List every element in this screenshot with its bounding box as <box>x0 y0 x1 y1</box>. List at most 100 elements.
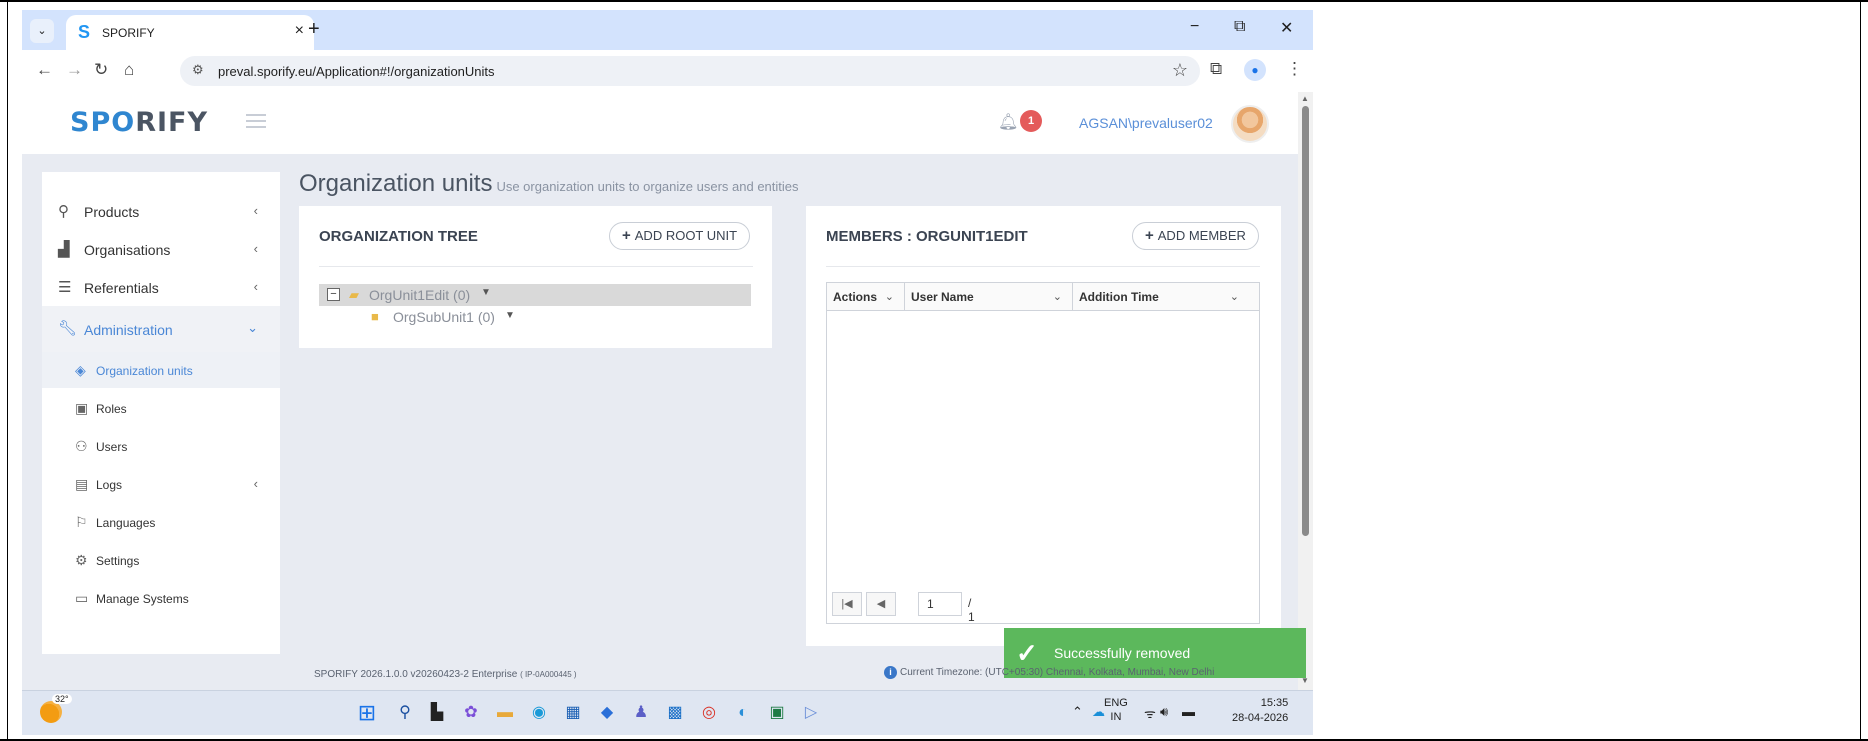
address-bar[interactable]: ⚙ preval.sporify.eu/Application#!/organi… <box>180 56 1200 86</box>
caret-down-icon[interactable]: ▼ <box>481 287 491 298</box>
sidebar-item-label: Organisations <box>84 242 171 258</box>
volume-icon[interactable]: 🔊︎ <box>1160 704 1168 720</box>
bell-icon[interactable]: 🔔︎ <box>998 112 1018 132</box>
chevron-left-icon: ‹ <box>253 241 258 256</box>
sidebar-item-organization-units[interactable]: ◈ Organization units <box>42 352 280 388</box>
edge-icon[interactable]: ◉ <box>526 700 552 726</box>
sidebar-item-referentials[interactable]: ☰ Referentials ‹ <box>42 268 280 306</box>
site-settings-icon[interactable]: ⚙ <box>192 62 204 78</box>
notification-badge[interactable]: 1 <box>1020 110 1042 132</box>
user-name[interactable]: AGSAN\prevaluser02 <box>1079 115 1213 131</box>
chrome-icon[interactable]: ◎ <box>696 700 722 726</box>
organization-tree-title: ORGANIZATION TREE <box>319 228 478 245</box>
forward-arrow-icon[interactable]: → <box>66 60 83 80</box>
page-number-input[interactable]: 1 <box>918 592 962 616</box>
sidebar-item-products[interactable]: ⚲ Products ‹ <box>42 192 280 230</box>
sidebar-item-label: Organization units <box>96 364 193 378</box>
tree-node-orgsubunit1[interactable]: ■ OrgSubUnit1 (0) ▼ <box>371 307 571 327</box>
prev-page-button[interactable]: ◀ <box>866 592 896 616</box>
profile-icon[interactable]: ● <box>1244 59 1266 81</box>
column-user-name[interactable]: User Name ⌄ <box>905 283 1073 311</box>
store-icon[interactable]: ▦ <box>560 700 586 726</box>
task-view-icon[interactable]: ▙ <box>424 700 450 726</box>
minimize-button[interactable]: − <box>1190 18 1199 36</box>
column-addition-time[interactable]: Addition Time ⌄ <box>1073 283 1259 311</box>
browser-tab[interactable]: S SPORIFY × <box>66 15 314 50</box>
book-icon: ▤ <box>75 476 89 492</box>
gear-icon: ⚙ <box>75 552 88 568</box>
sidebar-item-roles[interactable]: ▣ Roles <box>42 390 280 426</box>
bookmark-star-icon[interactable]: ☆ <box>1172 60 1188 81</box>
weather-icon[interactable] <box>40 701 62 723</box>
media-player-icon[interactable]: ▷ <box>798 700 824 726</box>
clock[interactable]: 15:35 28-04-2026 <box>1232 696 1288 726</box>
flag-icon: ⚐ <box>75 514 88 530</box>
collapse-toggle-icon[interactable]: − <box>327 288 340 301</box>
sidebar-item-label: Manage Systems <box>96 592 189 606</box>
footer-timezone: i Current Timezone: (UTC+05:30) Chennai, … <box>884 666 1214 679</box>
back-arrow-icon[interactable]: ← <box>36 60 53 80</box>
folder-open-icon: ▰ <box>349 287 359 302</box>
laptop-icon: ▭ <box>75 590 89 606</box>
restore-button[interactable]: ⧉ <box>1234 18 1245 36</box>
new-tab-button[interactable]: + <box>308 18 320 41</box>
app-icon[interactable]: ◆ <box>594 700 620 726</box>
plus-icon: + <box>1145 227 1154 244</box>
avatar[interactable] <box>1231 105 1269 143</box>
sidebar-item-languages[interactable]: ⚐ Languages <box>42 504 280 540</box>
url-text[interactable]: preval.sporify.eu/Application#!/organiza… <box>218 64 495 79</box>
page-scrollbar[interactable]: ▲ ▼ <box>1298 92 1313 690</box>
file-explorer-icon[interactable]: ▬ <box>492 700 518 726</box>
browser-menu-icon[interactable]: ⋮ <box>1286 59 1303 79</box>
sidebar-item-users[interactable]: ⚇ Users <box>42 428 280 464</box>
sidebar-item-label: Logs <box>96 478 123 492</box>
hamburger-menu-icon[interactable] <box>246 114 266 128</box>
sidebar-item-settings[interactable]: ⚙ Settings <box>42 542 280 578</box>
excel-icon[interactable]: ▣ <box>764 700 790 726</box>
chevron-down-icon[interactable]: ⌄ <box>1053 283 1062 311</box>
tab-close-icon[interactable]: × <box>295 22 304 40</box>
frame-left <box>7 0 8 741</box>
first-page-button[interactable]: |◀ <box>832 592 862 616</box>
weather-temperature: 32° <box>52 694 72 704</box>
sporify-logo[interactable]: SPORIFY <box>70 107 208 138</box>
copilot-icon[interactable]: ✿ <box>458 700 484 726</box>
close-window-button[interactable]: ✕ <box>1280 18 1293 38</box>
windows-start-icon[interactable]: ⊞ <box>354 700 380 726</box>
battery-icon[interactable]: ▬ <box>1182 704 1195 719</box>
column-actions[interactable]: Actions ⌄ <box>827 283 905 311</box>
sidebar-item-administration[interactable]: 🔧︎ Administration ⌄ <box>42 306 280 352</box>
scroll-up-arrow-icon[interactable]: ▲ <box>1301 94 1309 103</box>
tree-node-orgunit1edit[interactable]: − ▰ OrgUnit1Edit (0) ▼ <box>319 284 751 306</box>
wrench-icon: 🔧︎ <box>58 320 78 337</box>
add-root-unit-button[interactable]: + ADD ROOT UNIT <box>609 222 751 250</box>
windows-taskbar: 32° ⊞ ⚲ ▙ ✿ ▬ ◉ ▦ ◆ ♟ ▩ ◎ ◐ ▣ ▷ ⌃ ☁ ENG I… <box>22 690 1313 735</box>
outlook-icon[interactable]: ▩ <box>662 700 688 726</box>
chevron-down-icon[interactable]: ⌄ <box>1230 283 1239 311</box>
sporify-favicon-icon: S <box>78 22 91 42</box>
tab-list-button[interactable]: ⌄ <box>30 19 54 43</box>
sidebar-item-organisations[interactable]: ▟ Organisations ‹ <box>42 230 280 268</box>
reload-icon[interactable]: ↻ <box>94 60 108 80</box>
app-header: SPORIFY 🔔︎ 1 AGSAN\prevaluser02 <box>22 92 1298 154</box>
tree-node-label[interactable]: OrgSubUnit1 (0) <box>393 309 495 325</box>
tree-node-label[interactable]: OrgUnit1Edit (0) <box>369 287 470 303</box>
app-body: SPORIFY 🔔︎ 1 AGSAN\prevaluser02 ▲ ▼ ⚲ Pr… <box>22 92 1313 690</box>
sidebar-item-logs[interactable]: ▤ Logs ‹ <box>42 466 280 502</box>
wifi-icon[interactable]: ᯤ <box>1144 704 1156 722</box>
home-icon[interactable]: ⌂ <box>124 60 134 80</box>
scrollbar-thumb[interactable] <box>1302 106 1309 536</box>
language-indicator[interactable]: ENG IN <box>1104 696 1128 724</box>
app-icon-2[interactable]: ◐ <box>730 700 756 726</box>
folder-icon: ■ <box>371 309 379 324</box>
chevron-down-icon[interactable]: ⌄ <box>885 283 894 311</box>
members-grid: Actions ⌄ User Name ⌄ Addition Time ⌄ <box>826 282 1260 624</box>
chevron-up-icon[interactable]: ⌃ <box>1072 704 1083 720</box>
teams-icon[interactable]: ♟ <box>628 700 654 726</box>
members-title: MEMBERS : ORGUNIT1EDIT <box>826 228 1028 245</box>
search-icon[interactable]: ⚲ <box>392 700 418 726</box>
add-member-button[interactable]: + ADD MEMBER <box>1132 222 1259 250</box>
sidebar-item-manage-systems[interactable]: ▭ Manage Systems <box>42 580 280 616</box>
extensions-icon[interactable]: ⧉ <box>1210 59 1222 79</box>
caret-down-icon[interactable]: ▼ <box>505 310 515 321</box>
